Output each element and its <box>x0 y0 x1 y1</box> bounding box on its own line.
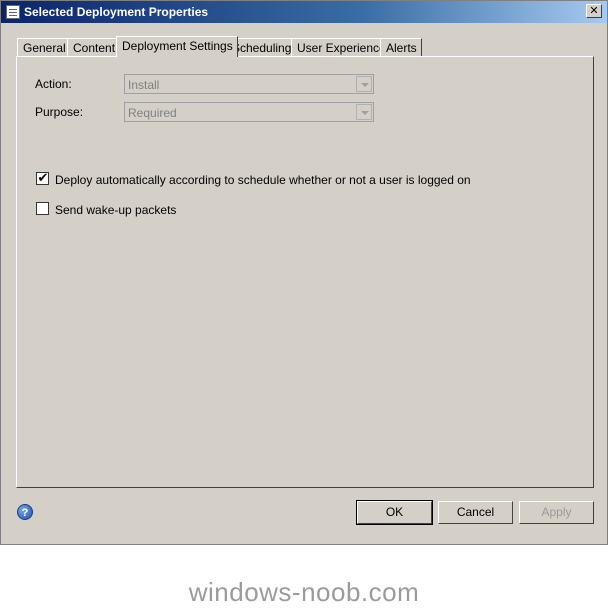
purpose-value: Required <box>128 106 177 120</box>
action-dropdown[interactable]: Install <box>124 74 374 94</box>
chevron-down-icon[interactable] <box>356 104 372 120</box>
tab-alerts[interactable]: Alerts <box>380 38 422 57</box>
tab-panel: Action: Install Purpose: Required ✔ Depl… <box>16 56 594 488</box>
tab-deployment-settings[interactable]: Deployment Settings <box>116 36 238 57</box>
cancel-button[interactable]: Cancel <box>438 501 513 524</box>
purpose-label: Purpose: <box>35 105 84 119</box>
tab-user-experience[interactable]: User Experience <box>291 38 391 57</box>
action-label: Action: <box>35 77 72 91</box>
window-title: Selected Deployment Properties <box>24 5 209 19</box>
action-value: Install <box>128 78 160 92</box>
tab-content[interactable]: Content <box>67 38 121 57</box>
help-icon[interactable]: ? <box>17 504 33 520</box>
wake-up-packets-label[interactable]: Send wake-up packets <box>55 203 176 217</box>
chevron-down-icon[interactable] <box>356 76 372 92</box>
close-button[interactable]: ✕ <box>586 4 602 18</box>
properties-dialog: Selected Deployment Properties ✕ General… <box>0 0 608 545</box>
apply-button[interactable]: Apply <box>519 501 594 524</box>
tab-general[interactable]: General <box>17 38 71 57</box>
title-bar[interactable]: Selected Deployment Properties ✕ <box>1 1 607 23</box>
checkmark-icon: ✔ <box>37 170 49 185</box>
watermark-text: windows-noob.com <box>188 577 420 607</box>
deploy-automatically-label[interactable]: Deploy automatically according to schedu… <box>55 173 471 187</box>
deploy-automatically-checkbox[interactable]: ✔ <box>36 170 49 185</box>
purpose-dropdown[interactable]: Required <box>124 102 374 122</box>
properties-window-icon <box>6 5 20 19</box>
wake-up-packets-checkbox[interactable] <box>36 202 49 215</box>
ok-button[interactable]: OK <box>356 500 433 525</box>
